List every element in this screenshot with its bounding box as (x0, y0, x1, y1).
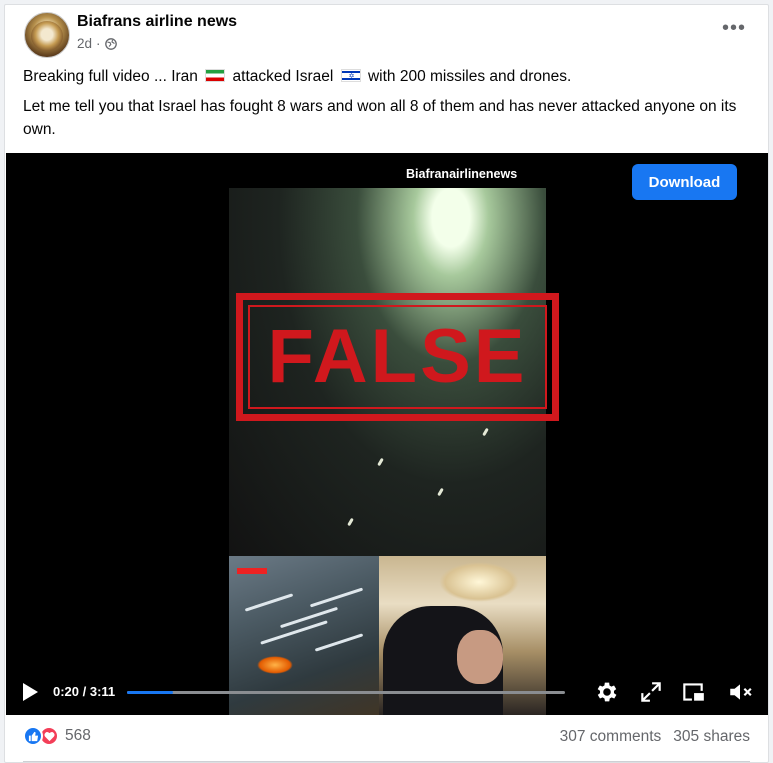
post-card: Biafrans airline news 2d · ••• Breaking … (4, 4, 769, 763)
video-player[interactable]: Biafranairlinenews Download FALSE 0:20 /… (6, 153, 768, 715)
play-icon[interactable] (23, 683, 38, 701)
more-options-button[interactable]: ••• (722, 17, 746, 40)
reactions-summary[interactable]: 568 (23, 726, 91, 746)
caption-text: with 200 missiles and drones. (367, 68, 572, 85)
false-stamp: FALSE (236, 293, 559, 421)
post-caption-line2: Let me tell you that Israel has fought 8… (23, 98, 737, 138)
engagement-stats: 307 comments 305 shares (560, 728, 750, 746)
israel-flag-icon: ✡ (340, 69, 361, 82)
picture-in-picture-icon[interactable] (680, 679, 706, 705)
muted-speaker-icon[interactable] (727, 679, 753, 705)
fullscreen-icon[interactable] (638, 679, 664, 705)
shares-count-link[interactable]: 305 shares (673, 728, 750, 746)
globe-icon (104, 37, 117, 50)
video-time: 0:20 / 3:11 (53, 684, 116, 699)
meta-separator: · (96, 36, 101, 51)
post-timestamp[interactable]: 2d (77, 36, 92, 51)
settings-gear-icon[interactable] (594, 679, 620, 705)
post-meta: 2d · (77, 36, 117, 51)
like-reaction-icon (23, 726, 43, 746)
page-avatar[interactable] (24, 12, 70, 58)
page-name-link[interactable]: Biafrans airline news (77, 13, 237, 31)
iran-flag-icon (205, 69, 226, 82)
divider (23, 761, 750, 762)
reaction-count: 568 (65, 727, 91, 744)
video-controls: 0:20 / 3:11 (6, 671, 768, 711)
caption-text: attacked Israel (232, 68, 334, 85)
post-caption-line1: Breaking full video ... Iran attacked Is… (23, 65, 758, 88)
video-watermark: Biafranairlinenews (406, 167, 518, 181)
comments-count-link[interactable]: 307 comments (560, 728, 662, 746)
video-progress-bar[interactable] (127, 691, 565, 694)
caption-text: Breaking full video ... Iran (23, 68, 198, 85)
download-button[interactable]: Download (632, 164, 737, 200)
